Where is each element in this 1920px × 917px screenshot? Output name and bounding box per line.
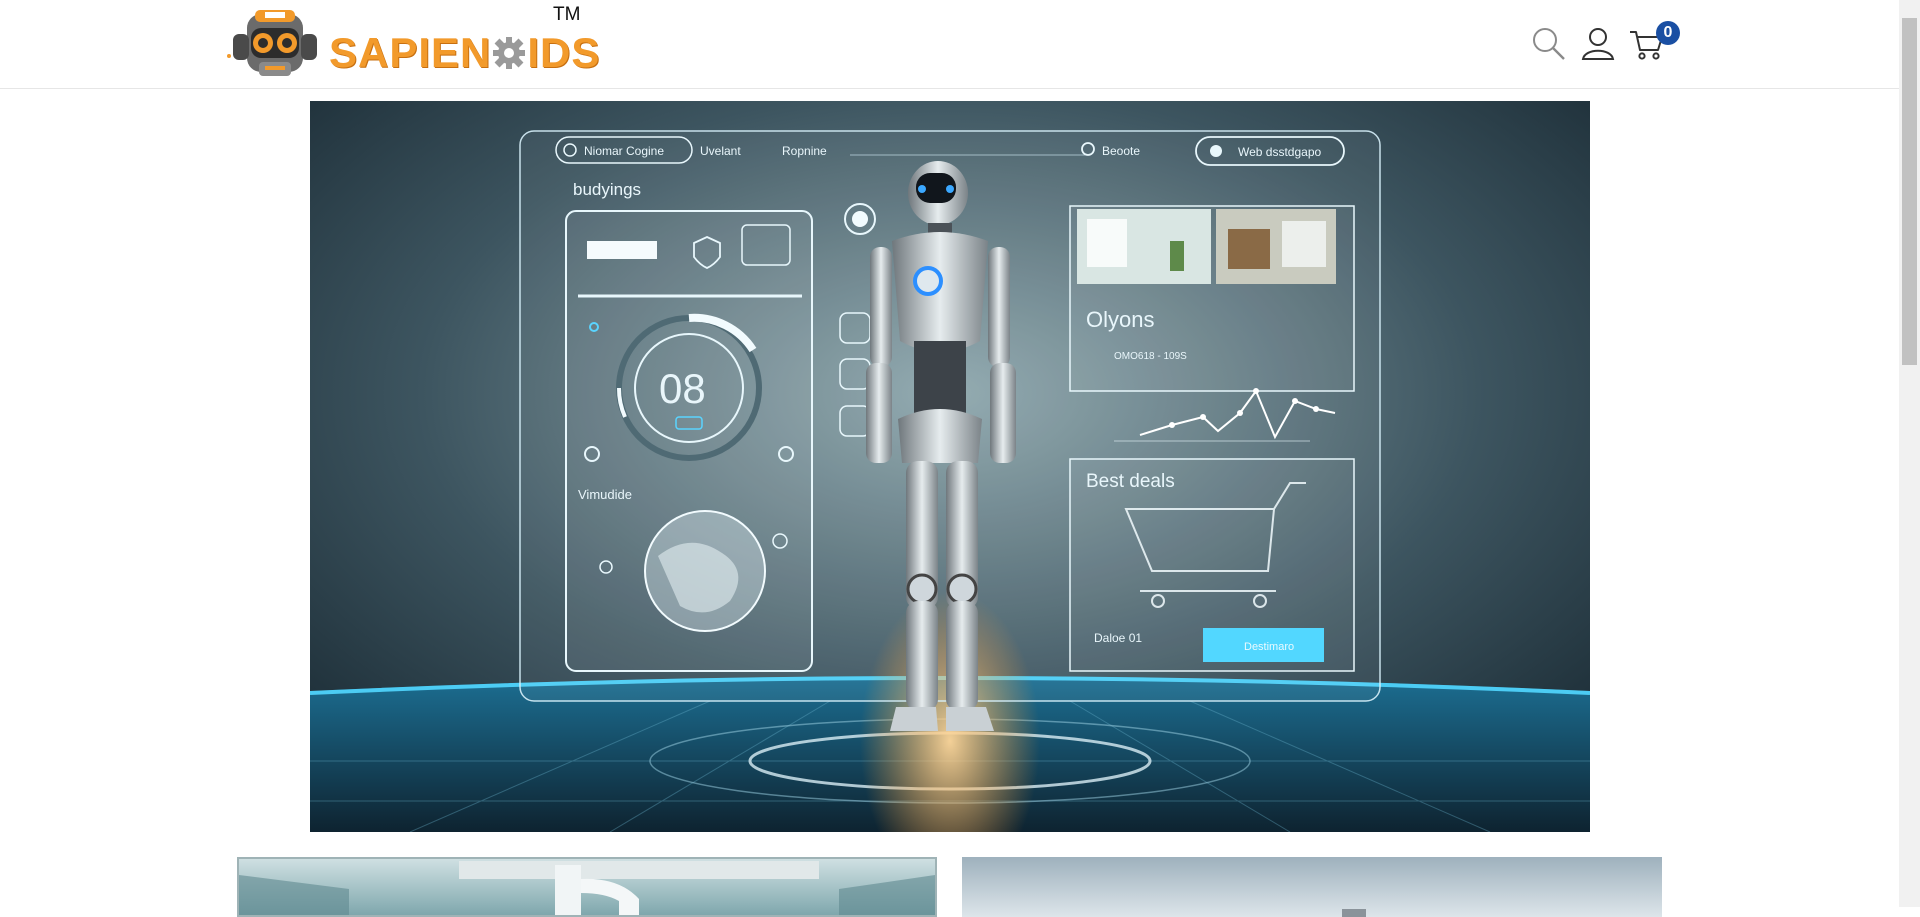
hero-panel-left-title: budyings (573, 180, 641, 199)
hero-deals-title: Best deals (1086, 471, 1175, 492)
page-scrollbar[interactable] (1899, 0, 1920, 907)
product-card-image (962, 857, 1662, 917)
brand-name-suffix: IDS (527, 29, 601, 76)
cart-count-badge: 0 (1656, 21, 1680, 45)
hero-nav-label: Niomar Cogine (584, 144, 664, 158)
hero-deals-button-label: Destimaro (1244, 641, 1294, 653)
hero-banner[interactable]: Niomar Cogine Uvelant Ropnine Beoote Web… (310, 101, 1590, 832)
hero-deals-caption: Daloe 01 (1094, 631, 1142, 645)
hero-illustration: Niomar Cogine Uvelant Ropnine Beoote Web… (310, 101, 1590, 832)
hero-pill-label: Web dsstdgapo (1238, 145, 1321, 159)
hero-gauge-value: 08 (659, 365, 706, 412)
product-card[interactable] (962, 857, 1662, 917)
user-icon[interactable] (1580, 26, 1616, 62)
brand-wordmark: SAPIEN IDS (329, 29, 600, 77)
hero-nav-label: Ropnine (782, 144, 827, 158)
brand-logo[interactable]: SAPIEN IDS TM (225, 4, 599, 82)
hero-nav-label: Uvelant (700, 144, 741, 158)
product-card[interactable] (237, 857, 937, 917)
search-icon[interactable] (1531, 26, 1567, 62)
robot-mascot-icon (227, 10, 317, 76)
hero-chart-subtitle: OMO618 - 109S (1114, 351, 1187, 362)
hero-search-label: Beoote (1102, 144, 1140, 158)
trademark-mark: TM (553, 4, 581, 25)
scrollbar-thumb[interactable] (1902, 18, 1917, 365)
hero-chart-title: Olyons (1086, 307, 1154, 332)
site-header: SAPIEN IDS TM 0 (0, 0, 1899, 89)
gear-icon (493, 37, 526, 69)
hero-panel-left-footer: Vimudide (578, 487, 632, 502)
brand-name: SAPIEN (329, 29, 492, 76)
